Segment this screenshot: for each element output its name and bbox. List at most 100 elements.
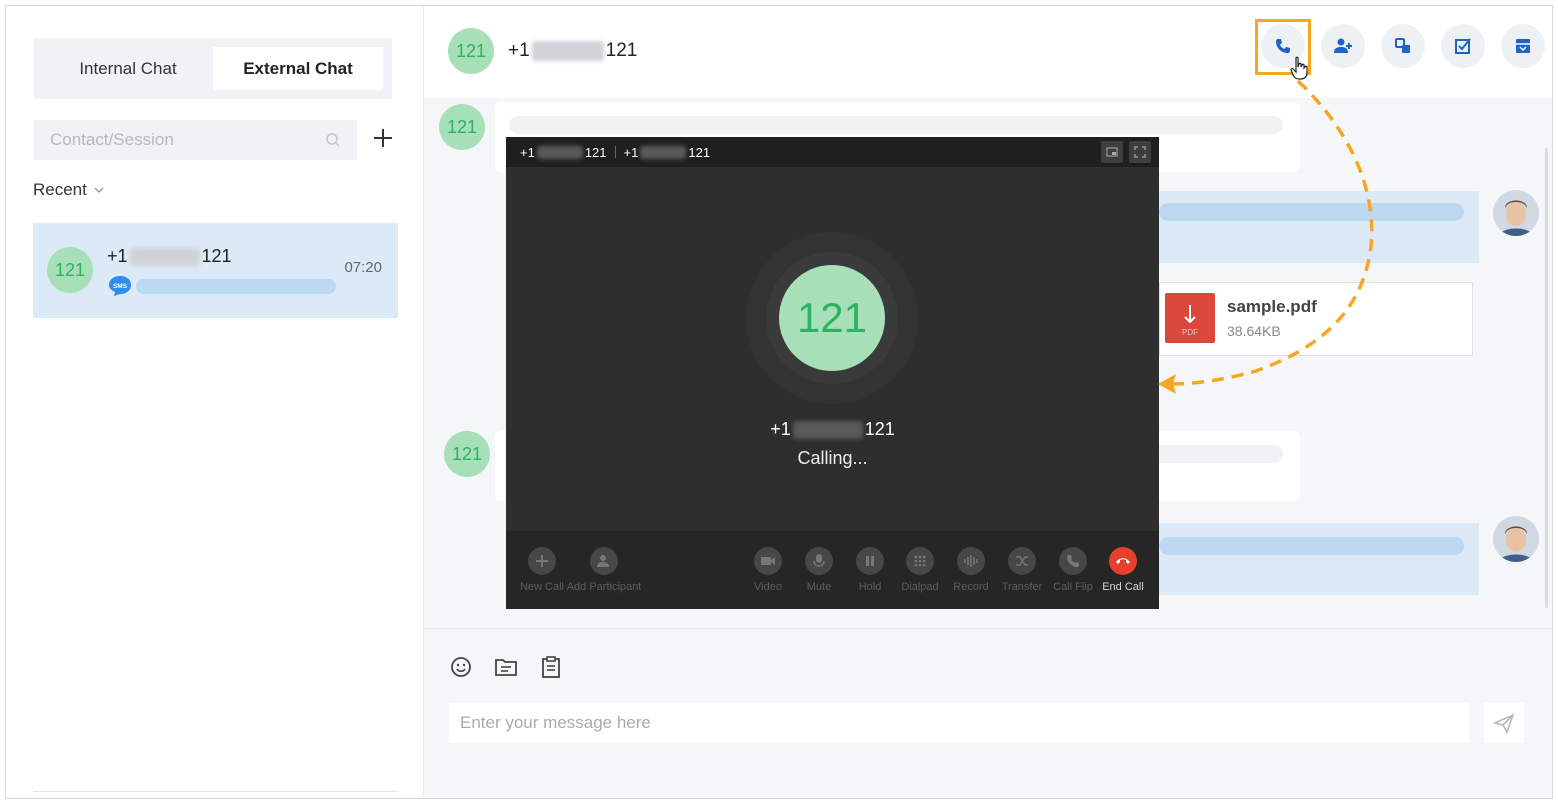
add-participant-button[interactable]: Add Participant [567, 547, 641, 593]
call-tab-suffix: 121 [584, 144, 607, 160]
search-placeholder: Contact/Session [50, 130, 174, 149]
add-participant-icon [597, 555, 609, 567]
dialpad-label: Dialpad [901, 581, 939, 593]
message-text-placeholder [1159, 537, 1464, 555]
fullscreen-icon [1134, 146, 1146, 158]
template-icon[interactable] [539, 655, 563, 679]
scrollbar[interactable] [1545, 148, 1548, 608]
call-tab[interactable]: +1 121 [520, 145, 607, 160]
transfer-icon [1395, 38, 1410, 53]
message-input-placeholder: Enter your message here [460, 713, 651, 732]
chevron-down-icon [94, 187, 104, 193]
sms-icon: SMS [109, 276, 131, 296]
message-input[interactable]: Enter your message here [449, 703, 1469, 743]
chat-title: +1 121 [508, 40, 637, 62]
send-icon [1493, 713, 1515, 734]
end-call-button[interactable]: End Call [1093, 547, 1153, 593]
archive-button[interactable] [1501, 24, 1545, 68]
call-flip-label: Call Flip [1053, 581, 1093, 593]
avatar: 121 [444, 431, 490, 477]
recent-filter[interactable]: Recent [33, 180, 105, 200]
picture-in-picture-icon [1106, 147, 1118, 157]
call-window: +1 121 +1 121 121 +1 121 Calling... New … [506, 137, 1159, 609]
search-icon [326, 133, 340, 147]
session-name-suffix: 121 [201, 246, 232, 266]
chat-title-prefix: +1 [508, 40, 530, 61]
add-participant-label: Add Participant [566, 581, 642, 593]
message-text-placeholder [509, 116, 1283, 134]
file-size: 38.64KB [1227, 323, 1281, 339]
close-session-button[interactable] [1441, 24, 1485, 68]
call-tab-prefix: +1 [623, 144, 639, 160]
transfer-call-icon [1016, 556, 1028, 566]
session-name-prefix: +1 [107, 246, 128, 266]
call-titlebar: +1 121 +1 121 [506, 137, 1159, 167]
video-label: Video [754, 581, 782, 593]
composer: Enter your message here [424, 628, 1552, 798]
agent-avatar [1493, 190, 1539, 236]
file-name: sample.pdf [1227, 297, 1317, 316]
session-time: 07:20 [344, 259, 382, 276]
hold-label: Hold [858, 581, 882, 593]
record-icon [964, 555, 978, 567]
sidebar: Internal Chat External Chat Contact/Sess… [6, 6, 424, 798]
redacted-digits [640, 145, 687, 159]
pdf-icon-label: PDF [1182, 328, 1198, 337]
session-name: +1 121 [107, 246, 232, 267]
call-tab[interactable]: +1 121 [624, 145, 711, 160]
add-contact-button[interactable] [1321, 24, 1365, 68]
mute-label: Mute [806, 581, 832, 593]
checklist-icon [1455, 38, 1471, 54]
pdf-icon: PDF [1165, 293, 1215, 343]
redacted-digits [129, 247, 200, 266]
transfer-session-button[interactable] [1381, 24, 1425, 68]
file-attachment[interactable]: PDF sample.pdf 38.64KB [1159, 282, 1473, 356]
caller-avatar: 121 [779, 265, 885, 371]
redacted-digits [531, 41, 604, 61]
message-preview [136, 279, 336, 294]
call-tab-prefix: +1 [520, 144, 535, 160]
agent-avatar [1493, 516, 1539, 562]
session-item[interactable]: 121 +1 121 07:20 SMS [33, 223, 398, 318]
add-session-button[interactable] [370, 125, 396, 151]
emoji-icon[interactable] [449, 655, 473, 679]
outgoing-message [1159, 191, 1479, 263]
video-icon [761, 557, 775, 565]
chat-header: 121 +1 121 [424, 6, 1552, 98]
transfer-label: Transfer [1001, 581, 1043, 593]
search-input[interactable]: Contact/Session [34, 120, 357, 160]
tab-external-chat[interactable]: External Chat [213, 47, 383, 90]
archive-icon [1516, 39, 1530, 53]
hand-cursor-icon [1290, 56, 1308, 80]
add-contact-icon [1334, 38, 1352, 53]
mic-icon [813, 554, 825, 567]
callee-number-prefix: +1 [770, 419, 791, 439]
avatar: 121 [47, 247, 93, 293]
dialpad-icon [914, 555, 926, 567]
chat-type-tabs: Internal Chat External Chat [34, 38, 392, 99]
redacted-digits [536, 145, 583, 159]
chat-title-suffix: 121 [605, 40, 638, 61]
call-controls: New Call Add Participant Video Mute Hold… [506, 531, 1159, 609]
tab-internal-chat[interactable]: Internal Chat [43, 47, 213, 90]
outgoing-message [1159, 523, 1479, 595]
fullscreen-button[interactable] [1129, 141, 1151, 163]
end-call-icon [1116, 558, 1130, 564]
call-tab-suffix: 121 [688, 144, 711, 160]
file-icon[interactable] [494, 655, 518, 679]
divider [614, 146, 616, 158]
divider [33, 791, 398, 792]
sms-icon-label: SMS [113, 283, 128, 290]
app-window: Internal Chat External Chat Contact/Sess… [5, 5, 1553, 799]
send-button[interactable] [1484, 703, 1524, 743]
end-call-label: End Call [1102, 581, 1144, 593]
call-status: Calling... [797, 448, 868, 468]
minimize-window-button[interactable] [1101, 141, 1123, 163]
new-call-label: New Call [519, 581, 564, 593]
new-call-button[interactable]: New Call [512, 547, 572, 593]
callee-number: +1 121 [506, 419, 1159, 440]
recent-label: Recent [33, 180, 87, 199]
avatar: 121 [439, 104, 485, 150]
record-label: Record [953, 581, 989, 593]
window-controls [1101, 141, 1151, 163]
